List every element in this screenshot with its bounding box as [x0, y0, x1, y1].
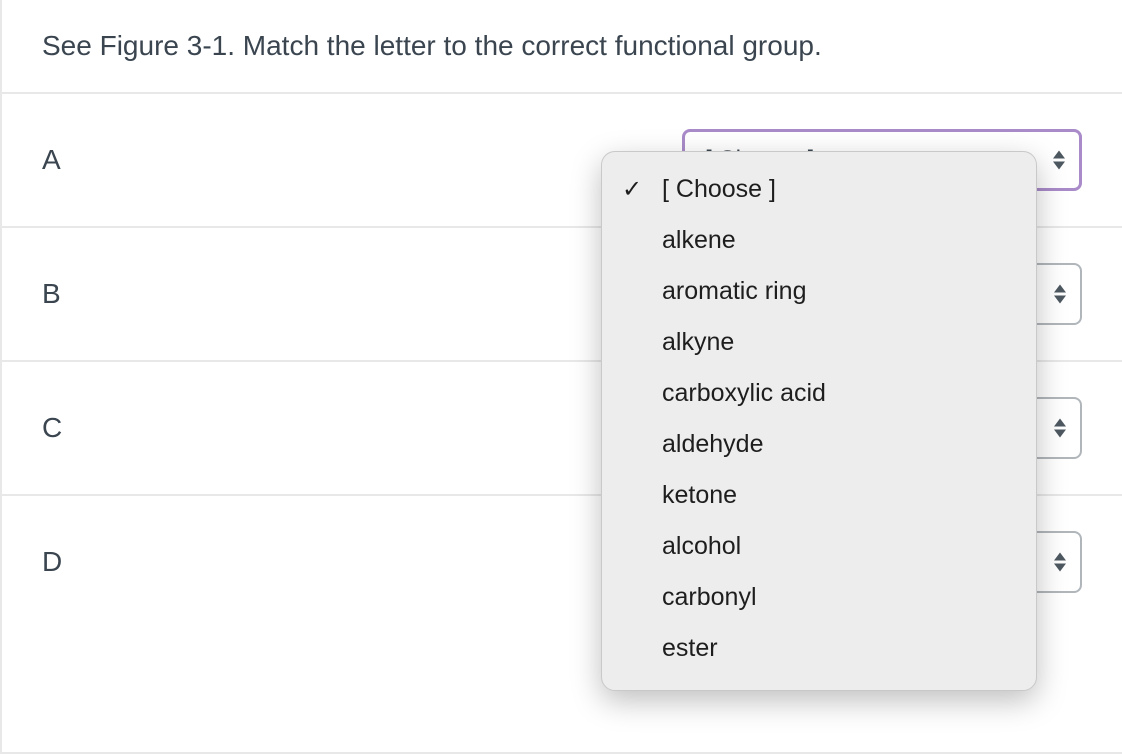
dropdown-option-alcohol[interactable]: alcohol: [602, 521, 1036, 572]
dropdown-option-carboxylic-acid[interactable]: carboxylic acid: [602, 368, 1036, 419]
check-icon: ✓: [622, 173, 642, 207]
row-label-c: C: [42, 412, 62, 444]
row-label-b: B: [42, 278, 61, 310]
question-text: See Figure 3-1. Match the letter to the …: [2, 30, 1122, 92]
dropdown-option-label: [ Choose ]: [662, 175, 776, 203]
dropdown-option-label: aldehyde: [662, 430, 763, 458]
sort-arrows-icon: [1054, 419, 1066, 438]
sort-arrows-icon: [1053, 151, 1065, 170]
dropdown-option-label: alcohol: [662, 532, 741, 560]
dropdown-option-ester[interactable]: ester: [602, 623, 1036, 674]
dropdown-option-label: ester: [662, 634, 718, 662]
dropdown-option-alkene[interactable]: alkene: [602, 215, 1036, 266]
row-label-a: A: [42, 144, 61, 176]
dropdown-option-choose[interactable]: ✓ [ Choose ]: [602, 164, 1036, 215]
sort-arrows-icon: [1054, 285, 1066, 304]
dropdown-option-aldehyde[interactable]: aldehyde: [602, 419, 1036, 470]
dropdown-option-carbonyl[interactable]: carbonyl: [602, 572, 1036, 623]
quiz-container: See Figure 3-1. Match the letter to the …: [0, 0, 1122, 754]
dropdown-option-label: carboxylic acid: [662, 379, 826, 407]
dropdown-option-label: aromatic ring: [662, 277, 807, 305]
dropdown-option-label: carbonyl: [662, 583, 757, 611]
dropdown-option-aromatic-ring[interactable]: aromatic ring: [602, 266, 1036, 317]
dropdown-option-label: alkyne: [662, 328, 734, 356]
dropdown-option-alkyne[interactable]: alkyne: [602, 317, 1036, 368]
sort-arrows-icon: [1054, 553, 1066, 572]
row-label-d: D: [42, 546, 62, 578]
dropdown-option-ketone[interactable]: ketone: [602, 470, 1036, 521]
dropdown-option-label: ketone: [662, 481, 737, 509]
dropdown-menu[interactable]: ✓ [ Choose ] alkene aromatic ring alkyne…: [601, 151, 1037, 691]
dropdown-option-label: alkene: [662, 226, 736, 254]
